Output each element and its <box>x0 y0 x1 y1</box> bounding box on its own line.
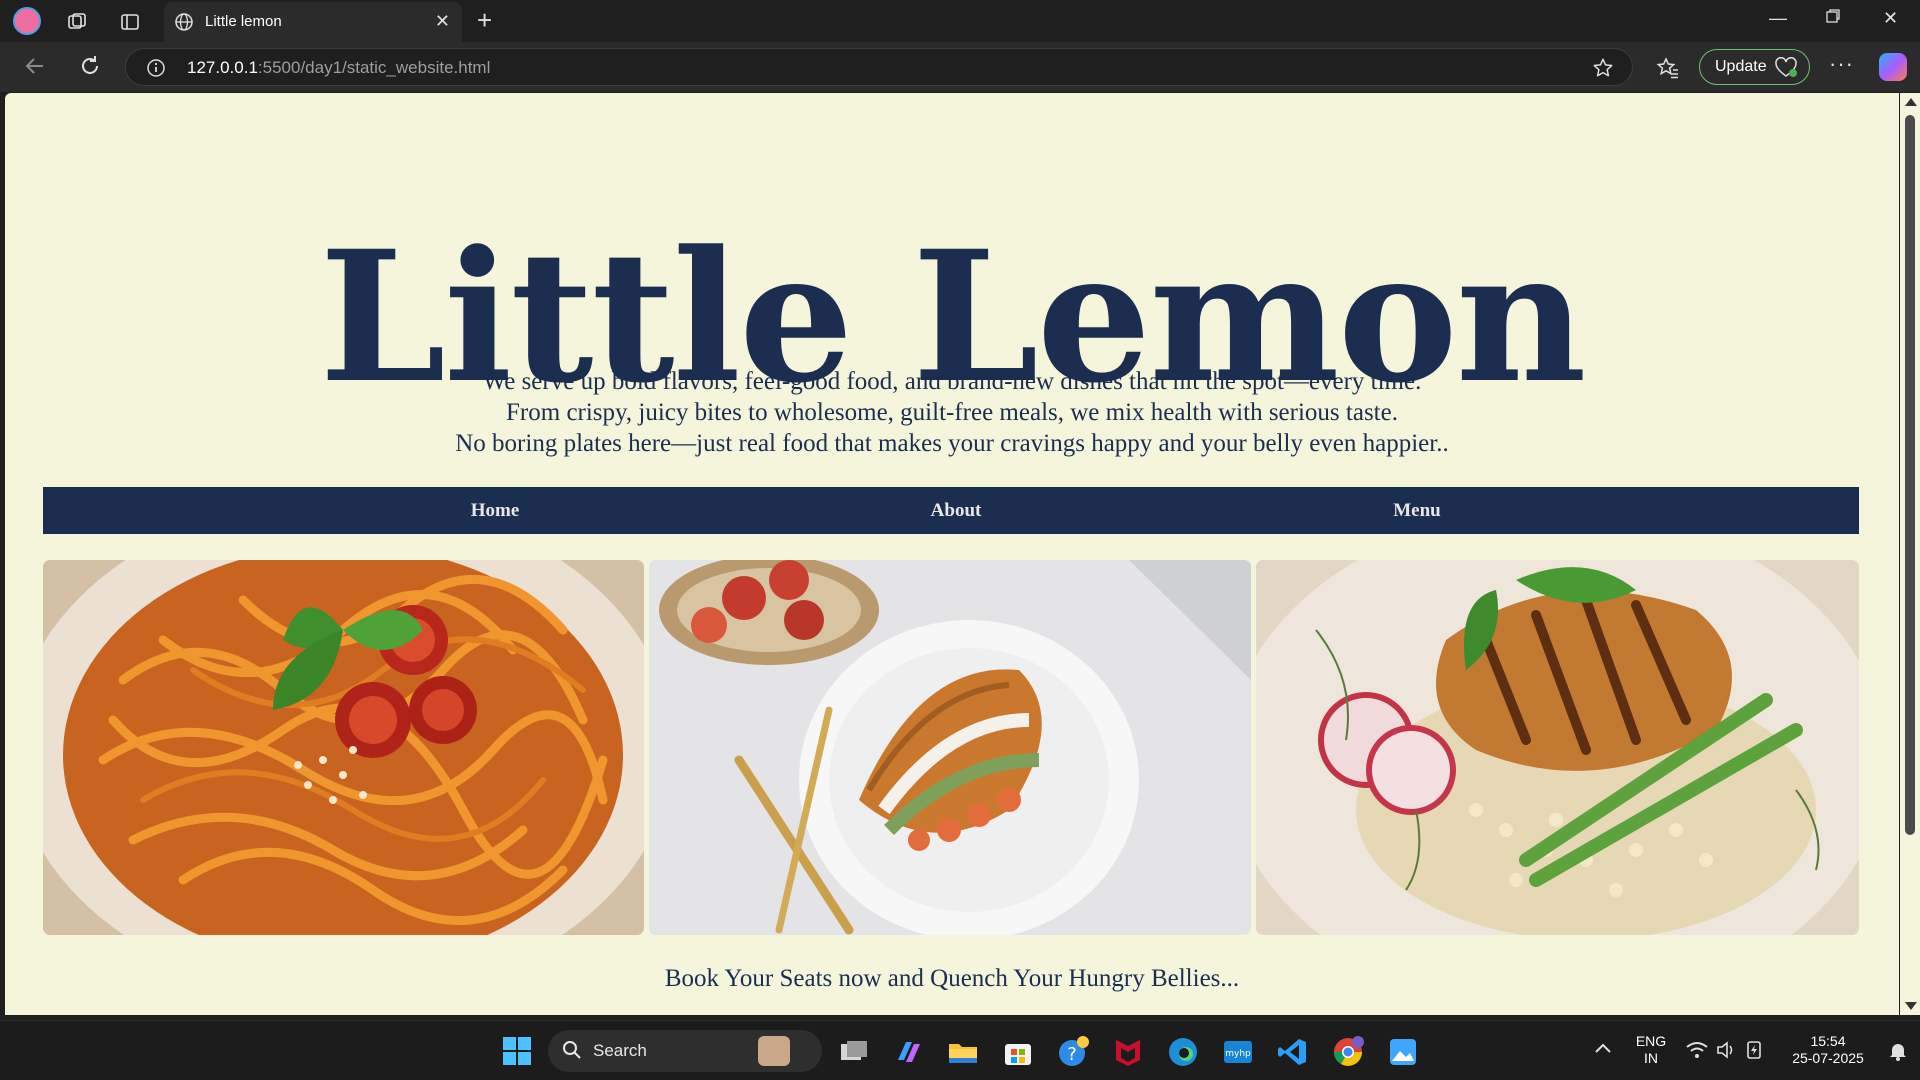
favorite-star-icon[interactable] <box>1592 57 1614 84</box>
task-view-icon[interactable] <box>838 1036 870 1068</box>
scroll-down-arrow-icon[interactable] <box>1905 1002 1917 1010</box>
scroll-thumb[interactable] <box>1905 115 1915 835</box>
page-scrollbar[interactable] <box>1900 93 1920 1015</box>
clock[interactable]: 15:54 25-07-2025 <box>1780 1033 1876 1067</box>
notifications-icon[interactable] <box>1888 1041 1908 1066</box>
volume-icon[interactable] <box>1716 1041 1736 1064</box>
vscode-icon[interactable] <box>1277 1036 1309 1068</box>
close-window-icon[interactable]: ✕ <box>1883 8 1898 29</box>
url-text: 127.0.0.1:5500/day1/static_website.html <box>187 58 491 77</box>
grilled-chicken-risotto-image <box>1256 560 1859 935</box>
tab-actions-icon[interactable] <box>117 9 143 35</box>
heart-pulse-icon <box>1774 56 1798 84</box>
tagline: We serve up bold flavors, feel-good food… <box>5 366 1899 459</box>
microsoft-store-icon[interactable] <box>1002 1036 1034 1068</box>
nav-link-menu[interactable]: Menu <box>1317 500 1517 522</box>
copilot-taskbar-icon[interactable] <box>892 1036 924 1068</box>
address-bar[interactable]: 127.0.0.1:5500/day1/static_website.html <box>125 48 1633 86</box>
refresh-icon[interactable] <box>78 54 102 83</box>
browser-tab-bar: Little lemon ✕ + — ✕ <box>0 0 1920 42</box>
browser-toolbar: 127.0.0.1:5500/day1/static_website.html … <box>0 42 1920 92</box>
new-tab-icon[interactable]: + <box>477 6 492 34</box>
site-info-icon[interactable] <box>146 58 166 83</box>
site-navbar: Home About Menu <box>43 487 1859 534</box>
svg-text:?: ? <box>1067 1044 1077 1065</box>
show-hidden-icons-icon[interactable] <box>1593 1041 1613 1060</box>
update-button[interactable]: Update <box>1699 49 1810 85</box>
minimize-icon[interactable]: — <box>1769 8 1787 29</box>
edge-browser-icon[interactable] <box>1167 1036 1199 1068</box>
workspaces-icon[interactable] <box>64 9 90 35</box>
tagline-line: No boring plates here—just real food tha… <box>455 430 1449 457</box>
active-tab[interactable]: Little lemon ✕ <box>164 2 462 42</box>
profile-avatar[interactable] <box>13 7 41 35</box>
language-indicator[interactable]: ENG IN <box>1630 1033 1672 1067</box>
windows-start-icon[interactable] <box>502 1036 534 1068</box>
close-tab-icon[interactable]: ✕ <box>435 12 450 30</box>
tagline-line: We serve up bold flavors, feel-good food… <box>482 368 1422 395</box>
file-explorer-icon[interactable] <box>947 1036 979 1068</box>
restore-icon[interactable] <box>1825 8 1841 29</box>
get-help-icon[interactable]: ? <box>1057 1036 1089 1068</box>
svg-text:myhp: myhp <box>1225 1049 1251 1059</box>
nav-link-home[interactable]: Home <box>395 500 595 522</box>
back-arrow-icon[interactable] <box>23 54 47 83</box>
chrome-icon[interactable] <box>1332 1036 1364 1068</box>
more-options-icon[interactable]: ··· <box>1829 53 1854 75</box>
battery-icon[interactable] <box>1745 1040 1765 1065</box>
scroll-up-arrow-icon[interactable] <box>1905 98 1917 106</box>
pasta-image <box>43 560 644 935</box>
myhp-icon[interactable]: myhp <box>1222 1036 1254 1068</box>
favorites-icon[interactable] <box>1656 56 1680 85</box>
nav-link-about[interactable]: About <box>856 500 1056 522</box>
search-highlight-icon <box>758 1036 790 1066</box>
tab-title: Little lemon <box>205 13 282 30</box>
taskbar-search-box[interactable]: Search <box>548 1030 822 1072</box>
globe-icon <box>174 12 194 37</box>
photos-icon[interactable] <box>1387 1036 1419 1068</box>
mcafee-icon[interactable] <box>1112 1036 1144 1068</box>
search-icon <box>562 1040 582 1065</box>
wifi-icon[interactable] <box>1686 1041 1708 1064</box>
booking-cta: Book Your Seats now and Quench Your Hung… <box>664 965 1240 992</box>
copilot-icon[interactable] <box>1879 53 1907 81</box>
tagline-line: From crispy, juicy bites to wholesome, g… <box>506 399 1398 426</box>
windows-taskbar: Search ? myhp ENG IN 15:54 25-07-2025 <box>0 1020 1920 1080</box>
croissant-sandwich-image <box>649 560 1251 935</box>
page-viewport: Little Lemon We serve up bold flavors, f… <box>5 93 1899 1015</box>
